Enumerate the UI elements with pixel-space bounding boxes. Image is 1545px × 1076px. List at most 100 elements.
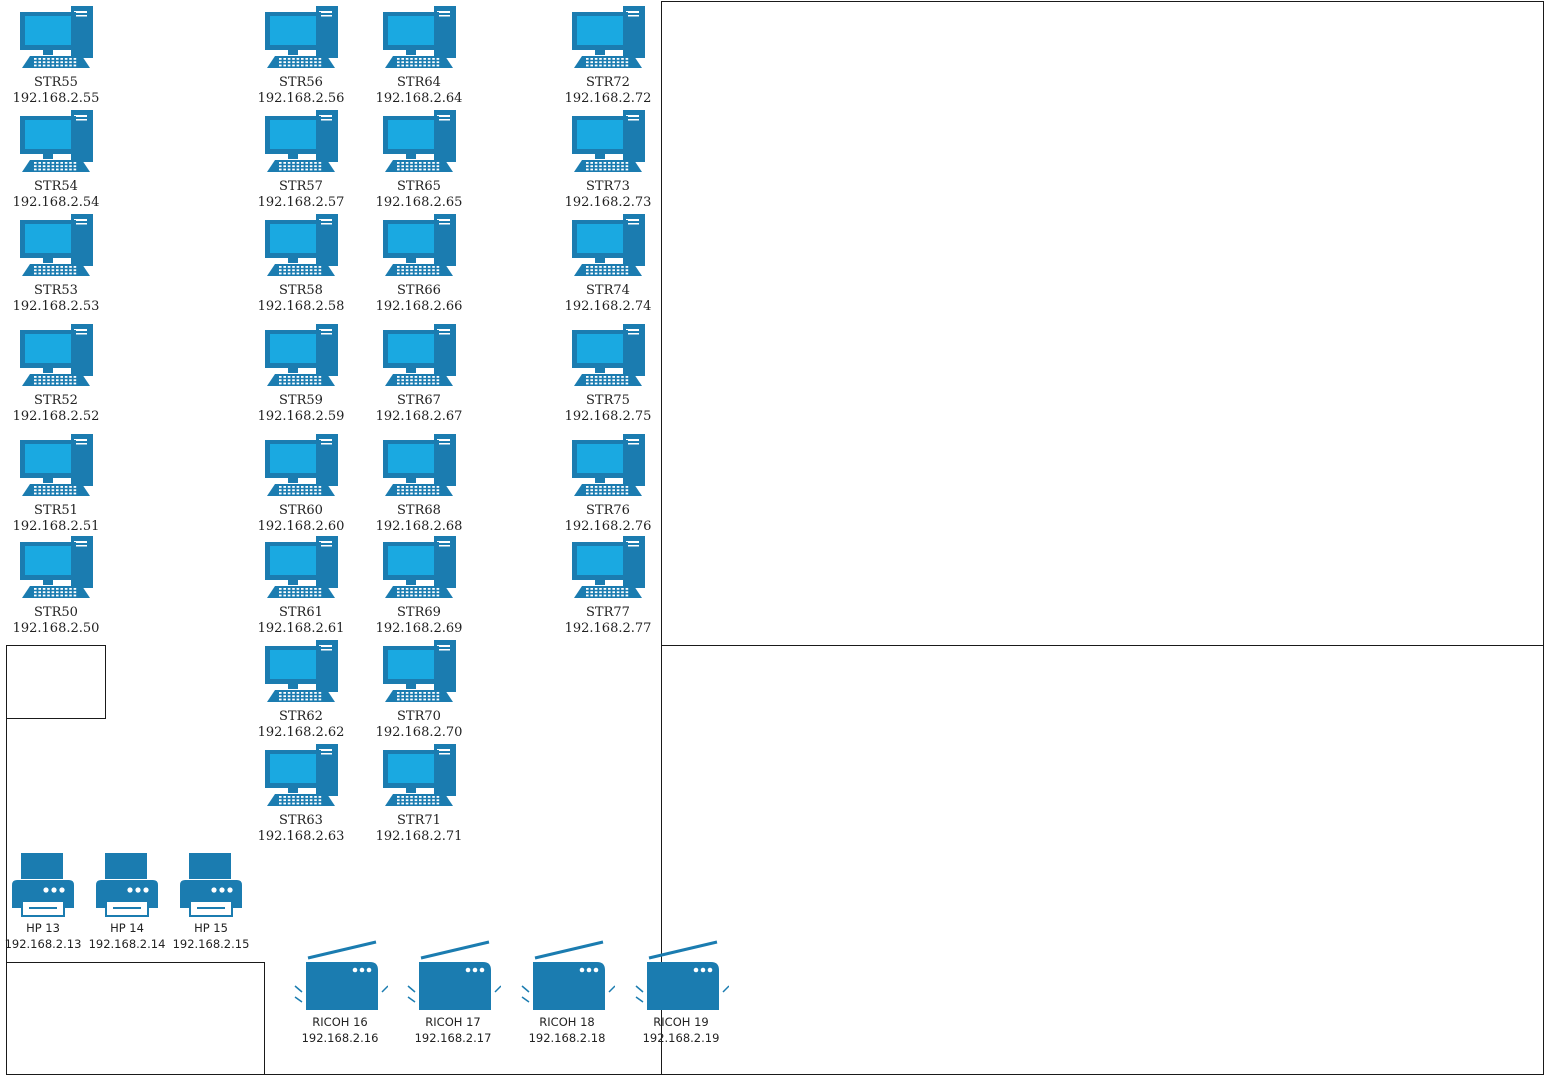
computer-ip-label: 192.168.2.77 xyxy=(564,621,652,636)
computer-node[interactable]: STR59 192.168.2.59 xyxy=(241,323,361,425)
computer-icon xyxy=(383,434,456,496)
scanner-ip-label: 192.168.2.19 xyxy=(642,1031,720,1045)
computer-ip-label: 192.168.2.51 xyxy=(12,519,100,534)
computer-node[interactable]: STR70 192.168.2.70 xyxy=(359,639,479,741)
computer-ip-label: 192.168.2.75 xyxy=(564,409,652,424)
computer-name-label: STR53 xyxy=(34,283,78,298)
computer-name-label: STR68 xyxy=(397,503,441,518)
computer-name-label: STR63 xyxy=(279,813,323,828)
computer-icon xyxy=(265,434,338,496)
computer-name-label: STR57 xyxy=(279,179,323,194)
computer-node[interactable]: STR64 192.168.2.64 xyxy=(359,5,479,107)
computer-icon xyxy=(265,214,338,276)
computer-name-label: STR75 xyxy=(586,393,630,408)
computer-ip-label: 192.168.2.56 xyxy=(257,91,345,106)
computer-icon xyxy=(20,434,93,496)
computer-ip-label: 192.168.2.69 xyxy=(375,621,463,636)
computer-name-label: STR73 xyxy=(586,179,630,194)
computer-icon xyxy=(265,324,338,386)
scanner-icon xyxy=(635,940,729,1010)
computer-ip-label: 192.168.2.52 xyxy=(12,409,100,424)
computer-name-label: STR55 xyxy=(34,75,78,90)
computer-ip-label: 192.168.2.64 xyxy=(375,91,463,106)
computer-node[interactable]: STR53 192.168.2.53 xyxy=(0,213,116,315)
computer-icon xyxy=(20,324,93,386)
printer-node[interactable]: HP 15 192.168.2.15 xyxy=(151,852,271,952)
computer-name-label: STR51 xyxy=(34,503,78,518)
scanner-name-label: RICOH 19 xyxy=(653,1015,709,1029)
computer-node[interactable]: STR77 192.168.2.77 xyxy=(548,535,668,637)
computer-name-label: STR56 xyxy=(279,75,323,90)
scanner-node[interactable]: RICOH 16 192.168.2.16 xyxy=(280,940,400,1046)
computer-icon xyxy=(572,434,645,496)
computer-ip-label: 192.168.2.60 xyxy=(257,519,345,534)
computer-icon xyxy=(572,214,645,276)
computer-icon xyxy=(383,536,456,598)
computer-ip-label: 192.168.2.50 xyxy=(12,621,100,636)
scanner-name-label: RICOH 16 xyxy=(312,1015,368,1029)
computer-node[interactable]: STR58 192.168.2.58 xyxy=(241,213,361,315)
computer-icon xyxy=(383,324,456,386)
computer-node[interactable]: STR65 192.168.2.65 xyxy=(359,109,479,211)
computer-icon xyxy=(265,536,338,598)
computer-icon xyxy=(265,6,338,68)
computer-name-label: STR58 xyxy=(279,283,323,298)
computer-name-label: STR70 xyxy=(397,709,441,724)
computer-node[interactable]: STR61 192.168.2.61 xyxy=(241,535,361,637)
computer-name-label: STR65 xyxy=(397,179,441,194)
computer-icon xyxy=(265,640,338,702)
computer-node[interactable]: STR56 192.168.2.56 xyxy=(241,5,361,107)
computer-node[interactable]: STR76 192.168.2.76 xyxy=(548,433,668,535)
computer-ip-label: 192.168.2.58 xyxy=(257,299,345,314)
computer-name-label: STR64 xyxy=(397,75,441,90)
computer-icon xyxy=(20,536,93,598)
computer-ip-label: 192.168.2.59 xyxy=(257,409,345,424)
printer-ip-label: 192.168.2.15 xyxy=(172,937,250,951)
computer-ip-label: 192.168.2.67 xyxy=(375,409,463,424)
computer-node[interactable]: STR67 192.168.2.67 xyxy=(359,323,479,425)
computer-icon xyxy=(383,744,456,806)
computer-ip-label: 192.168.2.57 xyxy=(257,195,345,210)
computer-icon xyxy=(383,640,456,702)
computer-node[interactable]: STR55 192.168.2.55 xyxy=(0,5,116,107)
computer-node[interactable]: STR51 192.168.2.51 xyxy=(0,433,116,535)
network-diagram: STR55 192.168.2.55 STR54 192.168.2.54 STR53 1… xyxy=(0,0,1545,1076)
computer-name-label: STR59 xyxy=(279,393,323,408)
computer-node[interactable]: STR60 192.168.2.60 xyxy=(241,433,361,535)
computer-ip-label: 192.168.2.76 xyxy=(564,519,652,534)
scanner-icon xyxy=(521,940,615,1010)
printer-icon xyxy=(180,853,242,917)
computer-node[interactable]: STR52 192.168.2.52 xyxy=(0,323,116,425)
computer-node[interactable]: STR57 192.168.2.57 xyxy=(241,109,361,211)
computer-node[interactable]: STR71 192.168.2.71 xyxy=(359,743,479,845)
scanner-node[interactable]: RICOH 17 192.168.2.17 xyxy=(393,940,513,1046)
scanner-ip-label: 192.168.2.16 xyxy=(301,1031,379,1045)
computer-node[interactable]: STR72 192.168.2.72 xyxy=(548,5,668,107)
scanner-node[interactable]: RICOH 19 192.168.2.19 xyxy=(621,940,741,1046)
computer-node[interactable]: STR74 192.168.2.74 xyxy=(548,213,668,315)
computer-name-label: STR77 xyxy=(586,605,630,620)
computer-ip-label: 192.168.2.62 xyxy=(257,725,345,740)
computer-ip-label: 192.168.2.54 xyxy=(12,195,100,210)
computer-node[interactable]: STR54 192.168.2.54 xyxy=(0,109,116,211)
scanner-node[interactable]: RICOH 18 192.168.2.18 xyxy=(507,940,627,1046)
computer-node[interactable]: STR75 192.168.2.75 xyxy=(548,323,668,425)
computer-node[interactable]: STR50 192.168.2.50 xyxy=(0,535,116,637)
computer-node[interactable]: STR62 192.168.2.62 xyxy=(241,639,361,741)
computer-node[interactable]: STR73 192.168.2.73 xyxy=(548,109,668,211)
computer-node[interactable]: STR66 192.168.2.66 xyxy=(359,213,479,315)
computer-name-label: STR74 xyxy=(586,283,630,298)
computer-node[interactable]: STR69 192.168.2.69 xyxy=(359,535,479,637)
scanner-ip-label: 192.168.2.17 xyxy=(414,1031,492,1045)
computer-name-label: STR76 xyxy=(586,503,630,518)
computer-name-label: STR66 xyxy=(397,283,441,298)
computer-icon xyxy=(383,6,456,68)
computer-ip-label: 192.168.2.65 xyxy=(375,195,463,210)
computer-name-label: STR71 xyxy=(397,813,441,828)
computer-ip-label: 192.168.2.55 xyxy=(12,91,100,106)
computer-name-label: STR62 xyxy=(279,709,323,724)
computer-node[interactable]: STR68 192.168.2.68 xyxy=(359,433,479,535)
computer-node[interactable]: STR63 192.168.2.63 xyxy=(241,743,361,845)
computer-ip-label: 192.168.2.70 xyxy=(375,725,463,740)
computer-ip-label: 192.168.2.68 xyxy=(375,519,463,534)
